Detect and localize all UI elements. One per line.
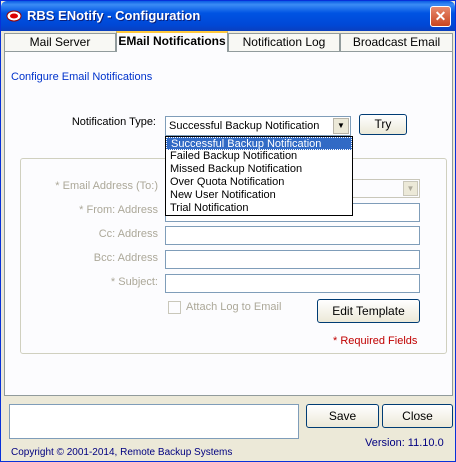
panel-heading: Configure Email Notifications [11, 71, 153, 83]
attach-log-checkbox[interactable] [168, 301, 181, 314]
subject-label: * Subject: [110, 276, 158, 288]
from-address-label: * From: Address [79, 204, 158, 216]
configuration-window: RBS ENotify - Configuration ✕ Mail Serve… [0, 0, 456, 462]
dropdown-option-over-quota[interactable]: Over Quota Notification [166, 176, 352, 189]
subject-field[interactable] [165, 274, 420, 293]
edit-template-button[interactable]: Edit Template [317, 299, 420, 323]
chevron-down-icon[interactable]: ▼ [333, 118, 349, 134]
cc-address-label: Cc: Address [98, 228, 158, 240]
title-bar[interactable]: RBS ENotify - Configuration ✕ [1, 1, 455, 31]
tab-notification-log[interactable]: Notification Log [228, 33, 340, 51]
dropdown-option-successful[interactable]: Successful Backup Notification [166, 137, 352, 150]
status-box [9, 404, 299, 439]
tab-strip: Mail Server EMail Notifications Notifica… [4, 31, 454, 52]
required-fields-note: * Required Fields [333, 335, 418, 347]
email-notifications-panel: Configure Email Notifications Notificati… [4, 51, 453, 396]
dropdown-option-failed[interactable]: Failed Backup Notification [166, 150, 352, 163]
bcc-address-label: Bcc: Address [93, 252, 158, 264]
notification-type-label: Notification Type: [71, 116, 156, 128]
dropdown-option-new-user[interactable]: New User Notification [166, 189, 352, 202]
window-close-button[interactable]: ✕ [430, 6, 451, 27]
email-to-label: * Email Address (To:) [55, 180, 158, 192]
close-button[interactable]: Close [382, 404, 453, 428]
notification-type-select[interactable]: Successful Backup Notification ▼ [165, 116, 351, 136]
dropdown-option-missed[interactable]: Missed Backup Notification [166, 163, 352, 176]
save-button[interactable]: Save [306, 404, 379, 428]
cc-address-field[interactable] [165, 226, 420, 245]
tab-email-notifications[interactable]: EMail Notifications [116, 31, 228, 52]
version-text: Version: 11.10.0 [365, 437, 444, 449]
window-title: RBS ENotify - Configuration [27, 8, 201, 23]
dropdown-option-trial[interactable]: Trial Notification [166, 202, 352, 215]
copyright-text: Copyright © 2001-2014, Remote Backup Sys… [11, 447, 233, 458]
app-icon [6, 10, 22, 22]
tab-mail-server[interactable]: Mail Server [4, 33, 116, 51]
notification-type-value: Successful Backup Notification [169, 120, 320, 132]
close-button-label: Close [402, 409, 433, 423]
notification-type-dropdown-list: Successful Backup Notification Failed Ba… [165, 136, 353, 216]
try-button[interactable]: Try [359, 114, 407, 135]
tab-broadcast-email[interactable]: Broadcast Email [340, 33, 453, 51]
chevron-down-icon: ▼ [403, 181, 418, 196]
save-button-label: Save [328, 409, 357, 423]
close-icon: ✕ [434, 8, 447, 24]
attach-log-label: Attach Log to Email [186, 301, 282, 313]
bcc-address-field[interactable] [165, 250, 420, 269]
